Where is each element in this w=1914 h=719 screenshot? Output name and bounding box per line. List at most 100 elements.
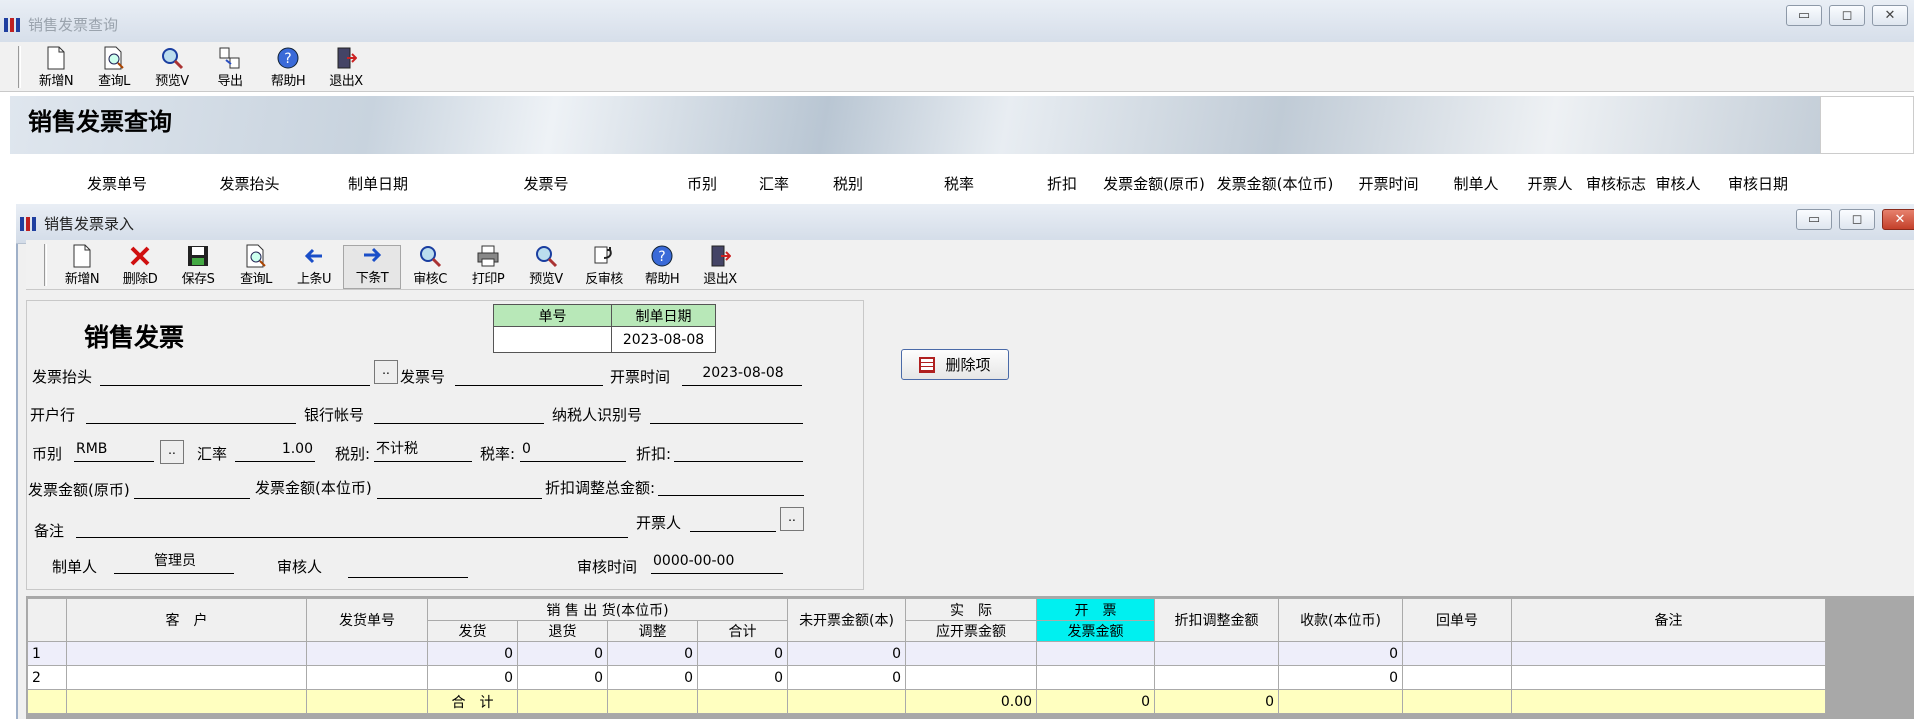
unaudit-icon xyxy=(592,244,616,268)
invoice-header-lookup-button[interactable]: .. xyxy=(374,360,398,384)
rate-field[interactable]: 1.00 xyxy=(235,440,315,462)
query-col-header[interactable]: 制单日期 xyxy=(323,173,433,194)
invoice-no-field[interactable] xyxy=(455,364,603,386)
query-col-header[interactable]: 发票号 xyxy=(433,173,659,194)
query-col-header[interactable]: 发票金额(本位币) xyxy=(1209,173,1341,194)
close-button[interactable]: ✕ xyxy=(1872,5,1908,26)
currency-lookup-button[interactable]: .. xyxy=(160,440,184,464)
entry-save-button[interactable]: 保存S xyxy=(169,245,227,289)
entry-window-titlebar[interactable]: 销售发票录入 ▭ ◻ ✕ xyxy=(16,204,1914,244)
entry-preview-button[interactable]: 预览V xyxy=(517,245,575,289)
maximize-button[interactable]: ◻ xyxy=(1829,5,1865,26)
remark-field[interactable] xyxy=(76,516,628,538)
query-col-header[interactable]: 发票单号 xyxy=(58,173,176,194)
cell-discount[interactable] xyxy=(1154,665,1280,690)
doc-no-value[interactable] xyxy=(493,326,612,353)
sum-invoice: 0 xyxy=(1036,689,1156,714)
date-value[interactable]: 2023-08-08 xyxy=(611,326,716,353)
cell-adjust[interactable]: 0 xyxy=(607,665,698,690)
query-export-button[interactable]: 导出 xyxy=(201,47,259,91)
issuer-lookup-button[interactable]: .. xyxy=(780,507,804,531)
creator-field[interactable]: 管理员 xyxy=(114,552,234,574)
query-col-header[interactable]: 汇率 xyxy=(745,173,803,194)
entry-new-button[interactable]: 新增N xyxy=(53,244,111,289)
col-remark: 备注 xyxy=(1511,598,1827,642)
cell-discount[interactable] xyxy=(1154,641,1280,666)
cell-return[interactable]: 0 xyxy=(517,641,608,666)
entry-delete-button[interactable]: 删除D xyxy=(111,245,169,289)
detail-grid: 客 户 发货单号 销 售 出 货(本位币) 未开票金额(本) 实 际 开 票 折… xyxy=(27,598,1827,714)
cell-receipt[interactable]: 0 xyxy=(1278,641,1404,666)
cell-uninvoiced[interactable]: 0 xyxy=(787,641,907,666)
cell-customer[interactable] xyxy=(66,665,307,690)
taxpayer-field[interactable] xyxy=(650,402,803,424)
query-help-button[interactable]: ? 帮助H xyxy=(259,47,317,91)
entry-query-button[interactable]: 查询L xyxy=(227,244,285,289)
delete-item-button[interactable]: 删除项 xyxy=(901,349,1009,380)
query-query-button[interactable]: 查询L xyxy=(85,46,143,91)
sum-label: 合 计 xyxy=(427,689,518,714)
close-button[interactable]: ✕ xyxy=(1882,209,1914,230)
cell-due[interactable] xyxy=(905,641,1038,666)
query-col-header[interactable]: 审核日期 xyxy=(1708,173,1808,194)
cell-ship[interactable]: 0 xyxy=(427,665,518,690)
auditor-field[interactable] xyxy=(348,556,468,578)
entry-print-button[interactable]: 打印P xyxy=(459,245,517,289)
invoice-header-field[interactable] xyxy=(100,364,370,386)
cell-return-no[interactable] xyxy=(1402,665,1513,690)
table-row[interactable]: 1 0 0 0 0 0 0 xyxy=(27,641,1827,666)
cell-ship-no[interactable] xyxy=(306,665,428,690)
query-col-header[interactable]: 制单人 xyxy=(1436,173,1516,194)
entry-help-button[interactable]: ? 帮助H xyxy=(633,245,691,289)
amount-orig-field[interactable] xyxy=(134,477,250,499)
query-exit-button[interactable]: 退出X xyxy=(317,47,375,91)
discount-field[interactable] xyxy=(674,440,803,462)
minimize-button[interactable]: ▭ xyxy=(1796,209,1832,230)
cell-adjust[interactable]: 0 xyxy=(607,641,698,666)
entry-unaudit-button[interactable]: 反审核 xyxy=(575,245,633,289)
minimize-button[interactable]: ▭ xyxy=(1786,5,1822,26)
currency-field[interactable]: RMB xyxy=(74,440,154,462)
cell-due[interactable] xyxy=(905,665,1038,690)
cell-uninvoiced[interactable]: 0 xyxy=(787,665,907,690)
account-field[interactable] xyxy=(374,402,544,424)
cell-total[interactable]: 0 xyxy=(696,641,789,666)
cell-invoice[interactable] xyxy=(1036,665,1156,690)
query-col-header[interactable]: 开票时间 xyxy=(1341,173,1436,194)
cell-remark[interactable] xyxy=(1511,665,1827,690)
query-col-header[interactable]: 税率 xyxy=(893,173,1025,194)
audit-time-field[interactable]: 0000-00-00 xyxy=(651,552,783,574)
cell-return[interactable]: 0 xyxy=(517,665,608,690)
entry-audit-button[interactable]: 审核C xyxy=(401,245,459,289)
maximize-button[interactable]: ◻ xyxy=(1839,209,1875,230)
amount-base-field[interactable] xyxy=(377,477,542,499)
cell-ship-no[interactable] xyxy=(306,641,428,666)
cell-total[interactable]: 0 xyxy=(696,665,789,690)
cell-remark[interactable] xyxy=(1511,641,1827,666)
tax-type-field[interactable]: 不计税 xyxy=(374,440,472,462)
query-col-header[interactable]: 折扣 xyxy=(1025,173,1099,194)
query-col-header[interactable]: 发票抬头 xyxy=(176,173,323,194)
bank-field[interactable] xyxy=(86,402,296,424)
discount-adj-field[interactable] xyxy=(658,474,804,496)
query-col-header[interactable]: 币别 xyxy=(659,173,745,194)
query-col-header[interactable]: 开票人 xyxy=(1516,173,1584,194)
query-col-header[interactable]: 税别 xyxy=(803,173,893,194)
cell-return-no[interactable] xyxy=(1402,641,1513,666)
cell-ship[interactable]: 0 xyxy=(427,641,518,666)
cell-invoice[interactable] xyxy=(1036,641,1156,666)
issuer-field[interactable] xyxy=(690,510,776,532)
cell-receipt[interactable]: 0 xyxy=(1278,665,1404,690)
tax-rate-field[interactable]: 0 xyxy=(520,440,626,462)
query-preview-button[interactable]: 预览V xyxy=(143,47,201,91)
entry-exit-button[interactable]: 退出X xyxy=(691,245,749,289)
cell-customer[interactable] xyxy=(66,641,307,666)
issue-time-field[interactable]: 2023-08-08 xyxy=(682,364,802,386)
table-row[interactable]: 2 0 0 0 0 0 0 xyxy=(27,665,1827,690)
query-col-header[interactable]: 发票金额(原币) xyxy=(1099,173,1209,194)
entry-prev-button[interactable]: 上条U xyxy=(285,245,343,289)
query-col-header[interactable]: 审核人 xyxy=(1648,173,1708,194)
query-new-button[interactable]: 新增N xyxy=(27,46,85,91)
query-col-header[interactable]: 审核标志 xyxy=(1584,173,1648,194)
entry-next-button[interactable]: 下条T xyxy=(343,245,401,289)
